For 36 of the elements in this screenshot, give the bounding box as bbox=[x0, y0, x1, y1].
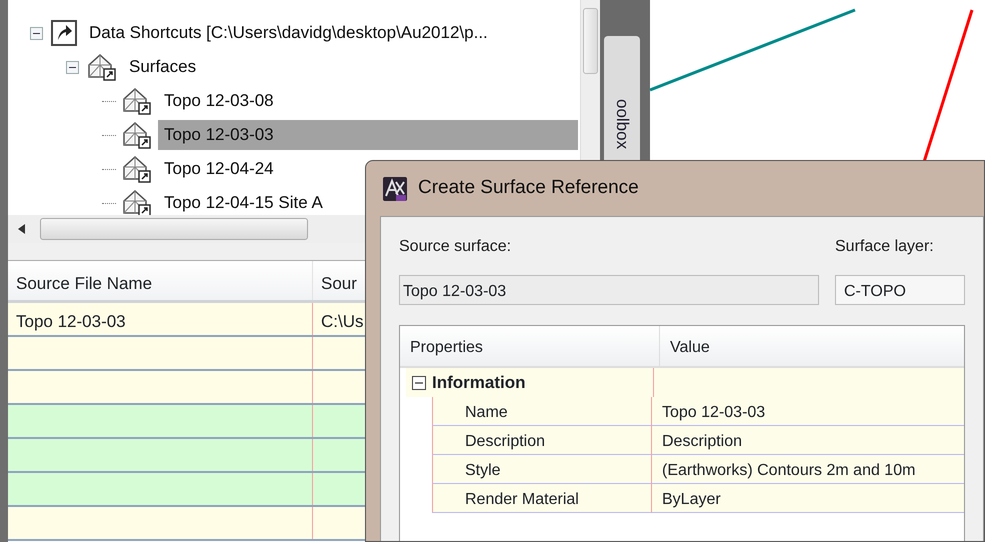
table-cell: Topo 12-03-03 bbox=[8, 303, 313, 335]
tree-item[interactable]: Topo 12-04-24 bbox=[158, 154, 280, 184]
column-header[interactable]: Value bbox=[660, 326, 720, 366]
collapse-toggle[interactable] bbox=[30, 26, 43, 40]
surface-icon bbox=[87, 53, 117, 81]
field-label: Surface layer: bbox=[835, 237, 935, 257]
property-name: Name bbox=[432, 397, 652, 426]
tree-item[interactable]: Topo 12-03-03 bbox=[158, 120, 578, 150]
scroll-left-icon[interactable] bbox=[18, 224, 26, 234]
side-tab-label: oolbox bbox=[612, 98, 633, 149]
surface-icon bbox=[122, 121, 152, 149]
dialog-title: Create Surface Reference bbox=[418, 176, 639, 200]
app-icon bbox=[382, 176, 408, 202]
property-name: Style bbox=[432, 455, 652, 484]
collapse-toggle[interactable] bbox=[412, 376, 426, 390]
column-header[interactable]: Source File Name bbox=[8, 261, 313, 300]
input-field[interactable]: Topo 12-03-03 bbox=[399, 275, 819, 305]
table-cell-text: C:\Us bbox=[320, 311, 364, 333]
surface-icon bbox=[122, 155, 152, 183]
property-name: Render Material bbox=[432, 484, 652, 513]
property-value[interactable]: (Earthworks) Contours 2m and 10m bbox=[652, 455, 964, 484]
tree-item[interactable]: Surfaces bbox=[123, 52, 202, 82]
property-name: Description bbox=[432, 426, 652, 455]
dropdown-field[interactable]: C-TOPO bbox=[835, 275, 965, 305]
property-value[interactable]: Description bbox=[652, 426, 964, 455]
tree-item[interactable]: Topo 12-04-15 Site A bbox=[158, 188, 329, 215]
collapse-toggle[interactable] bbox=[66, 60, 79, 74]
tree-item[interactable]: Topo 12-03-08 bbox=[158, 86, 280, 116]
column-header[interactable]: Properties bbox=[400, 326, 660, 366]
property-value[interactable]: Topo 12-03-03 bbox=[652, 397, 964, 426]
shortcut-icon bbox=[51, 20, 77, 46]
category-label: Information bbox=[432, 372, 526, 394]
field-label: Source surface: bbox=[399, 237, 512, 257]
property-value[interactable]: ByLayer bbox=[652, 484, 964, 513]
tree-item[interactable]: Data Shortcuts [C:\Users\davidg\desktop\Au2012\p... bbox=[83, 18, 494, 48]
surface-icon bbox=[122, 87, 152, 115]
